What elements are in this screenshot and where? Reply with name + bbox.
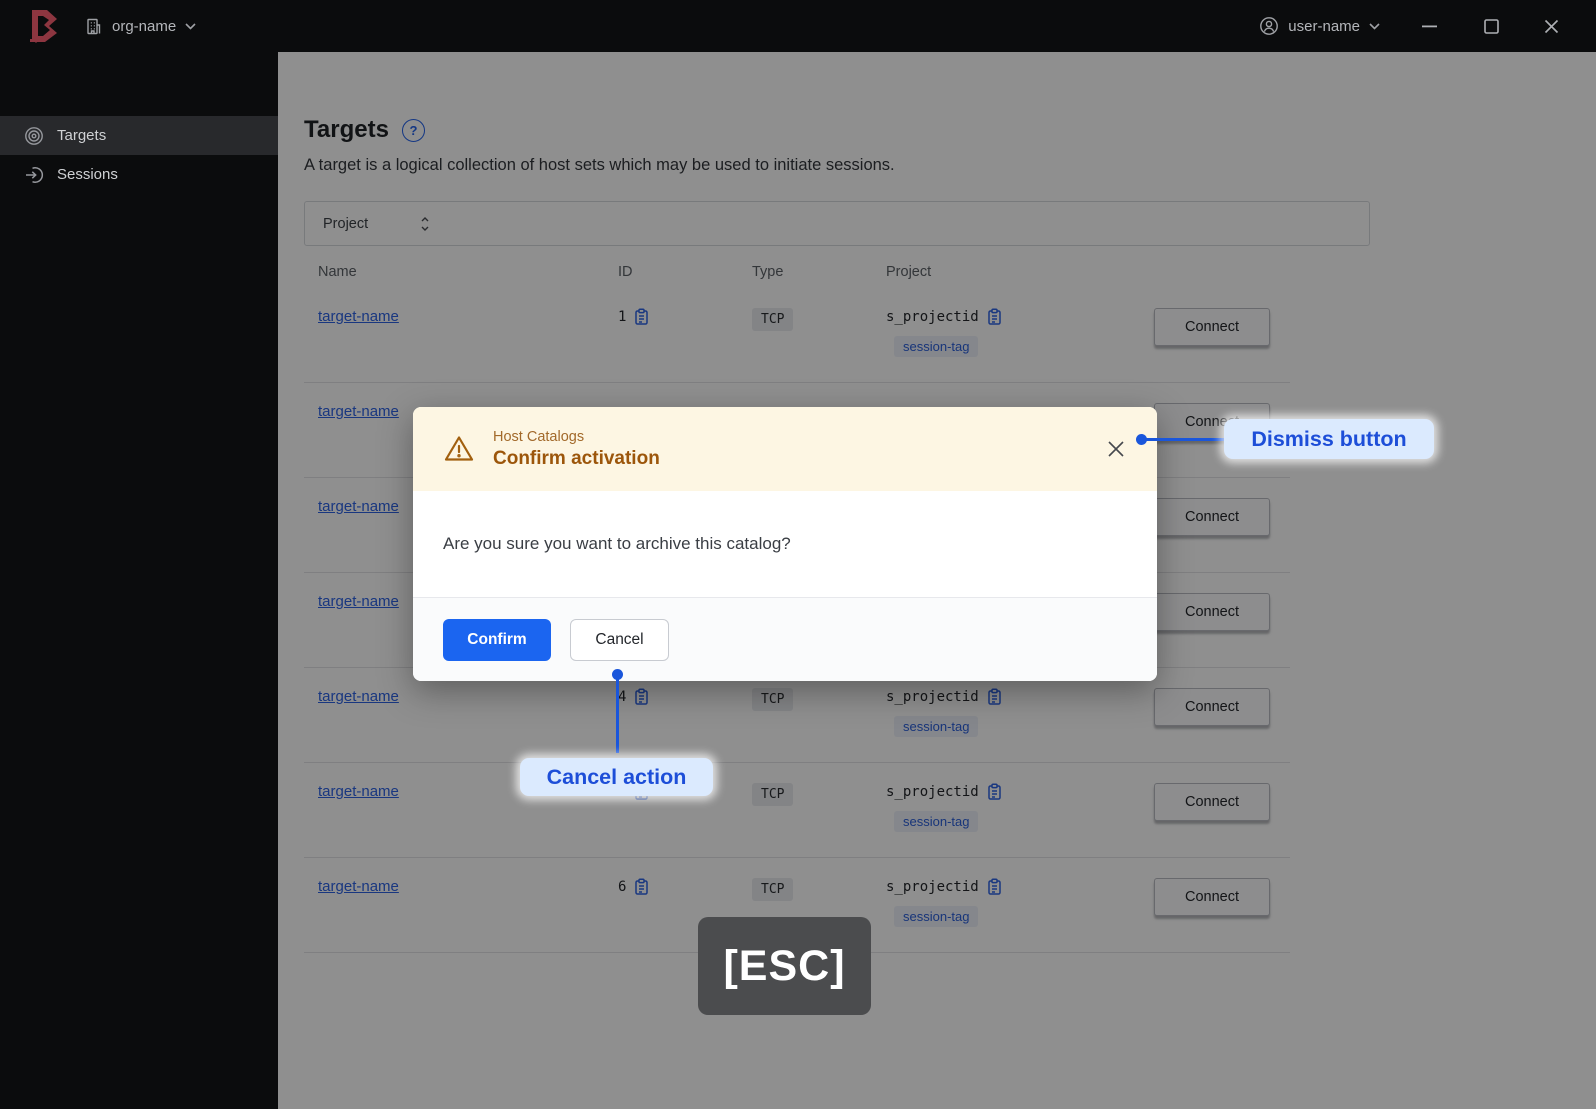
dialog-context-label: Host Catalogs [493,428,585,445]
confirm-dialog: Host Catalogs Confirm activation Are you… [413,407,1157,681]
sidebar-item-label: Targets [57,127,107,144]
topbar: org-name user-name [0,0,1596,52]
sessions-icon [24,165,44,185]
window-close-button[interactable] [1534,9,1568,43]
dialog-close-icon[interactable] [1105,438,1127,460]
sidebar-item-targets[interactable]: Targets [0,116,278,155]
dismiss-annotation-line [1145,438,1224,441]
org-icon [84,17,103,36]
window-maximize-button[interactable] [1474,9,1508,43]
dismiss-annotation-dot [1136,434,1147,445]
dialog-footer: Confirm Cancel [413,597,1157,681]
cancel-annotation-line [616,679,619,753]
boundary-logo-icon [26,8,66,44]
user-dropdown-label: user-name [1288,17,1360,35]
app-window: org-name user-name Targets Sessions Targ… [0,0,1596,1109]
dismiss-annotation-label: Dismiss button [1224,419,1434,459]
cancel-annotation-dot [612,669,623,680]
dialog-message: Are you sure you want to archive this ca… [413,491,1157,597]
user-dropdown[interactable]: user-name [1259,16,1380,36]
org-dropdown[interactable]: org-name [84,17,196,36]
window-minimize-button[interactable] [1412,9,1446,43]
chevron-down-icon [185,22,196,30]
warning-icon [443,433,475,465]
chevron-down-icon [1369,22,1380,30]
confirm-button[interactable]: Confirm [443,618,551,661]
user-icon [1259,16,1279,36]
dialog-title: Confirm activation [493,447,660,469]
esc-key-annotation: [ESC] [698,917,871,1015]
sidebar: Targets Sessions [0,52,278,1109]
target-icon [24,126,44,146]
cancel-annotation-label: Cancel action [520,758,713,796]
cancel-button[interactable]: Cancel [570,618,669,661]
sidebar-item-label: Sessions [57,166,118,183]
dialog-header: Host Catalogs Confirm activation [413,407,1157,491]
sidebar-item-sessions[interactable]: Sessions [0,155,278,194]
org-dropdown-label: org-name [112,17,177,35]
